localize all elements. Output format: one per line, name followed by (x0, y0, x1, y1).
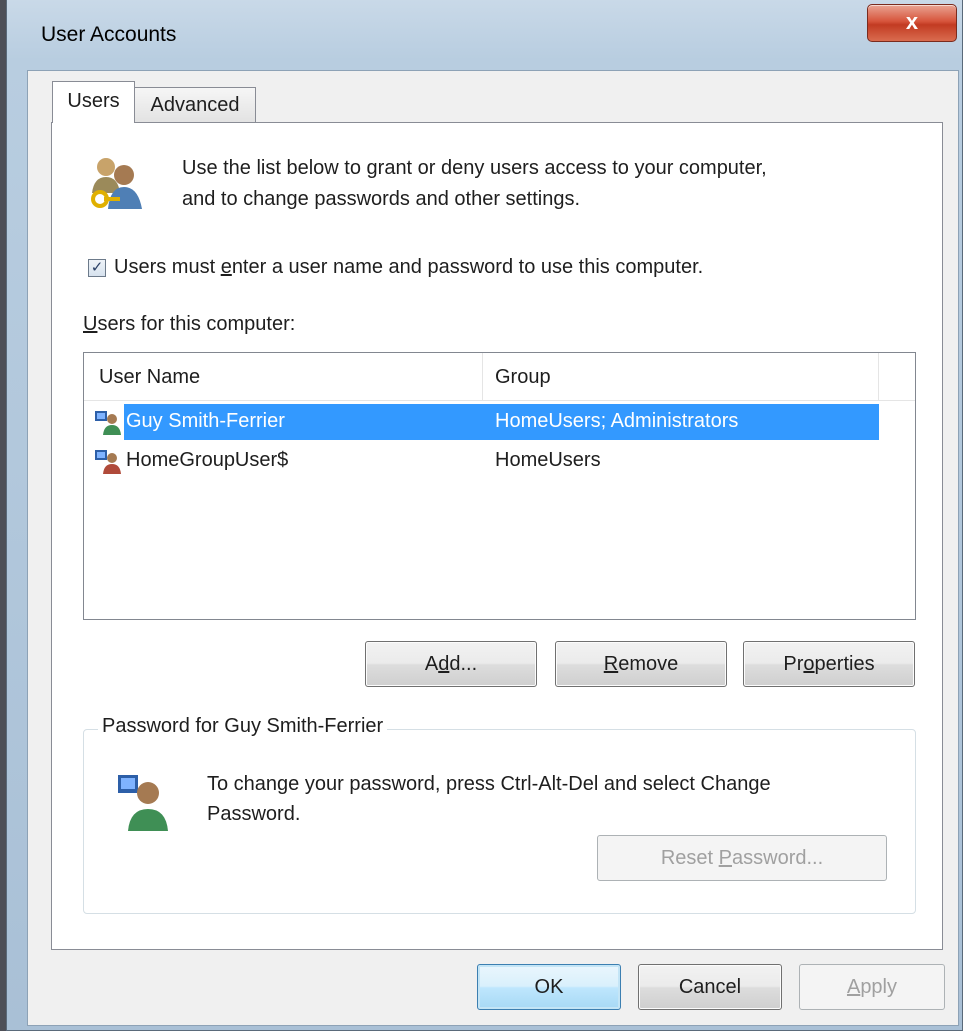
require-login-checkbox[interactable]: ✓ (88, 259, 106, 277)
apply-button-accel: A (846, 976, 861, 998)
close-icon: x (905, 9, 919, 34)
intro-line-2: and to change passwords and other settin… (182, 188, 581, 210)
tab-advanced-label: Advanced (150, 94, 240, 116)
intro-line-1: Use the list below to grant or deny user… (182, 157, 767, 179)
tab-advanced[interactable]: Advanced (135, 87, 256, 123)
require-login-label-pre: Users must (114, 256, 221, 278)
column-header-group[interactable]: Group (495, 366, 551, 389)
user-account-icon (95, 450, 121, 474)
require-login-label-accel: e (220, 256, 232, 278)
user-group-cell: HomeUsers; Administrators (495, 410, 739, 432)
apply-button[interactable]: Apply (799, 964, 945, 1010)
cancel-button[interactable]: Cancel (638, 964, 782, 1010)
dialog-client-area: Users Advanced Use the list below to gra… (27, 70, 959, 1026)
window-frame: User Accounts x Users Advanced Use the l… (6, 0, 963, 1031)
ok-button[interactable]: OK (477, 964, 621, 1010)
column-header-user-name[interactable]: User Name (99, 366, 200, 389)
user-name-cell: Guy Smith-Ferrier (126, 410, 285, 432)
users-tab-panel: Use the list below to grant or deny user… (51, 122, 943, 950)
users-list-label-accel: U (83, 313, 98, 335)
remove-user-button-accel: R (603, 653, 619, 675)
add-user-button[interactable]: Add... (365, 641, 537, 687)
close-button[interactable]: x (867, 4, 957, 42)
require-login-label[interactable]: Users must enter a user name and passwor… (114, 256, 703, 279)
properties-button-accel: o (803, 653, 815, 675)
properties-button[interactable]: Properties (743, 641, 915, 687)
tab-users[interactable]: Users (52, 81, 135, 123)
password-group-title: Password for Guy Smith-Ferrier (98, 715, 388, 738)
remove-user-button-post: emove (618, 653, 679, 675)
user-accounts-icon (91, 158, 142, 209)
users-list[interactable]: User Name Group Guy Smith-Ferrier HomeUs… (83, 352, 916, 620)
reset-password-button-post: assword... (732, 847, 824, 869)
password-instructions: To change your password, press Ctrl-Alt-… (207, 769, 887, 829)
user-name-cell: HomeGroupUser$ (126, 449, 289, 471)
user-row-homegroupuser[interactable]: HomeGroupUser$ HomeUsers (94, 443, 879, 479)
reset-password-button-accel: P (718, 847, 732, 869)
column-divider[interactable] (878, 353, 879, 401)
user-account-icon (95, 411, 121, 435)
user-row-guy-smith-ferrier[interactable]: Guy Smith-Ferrier HomeUsers; Administrat… (94, 404, 879, 440)
users-list-label-rest: sers for this computer: (97, 313, 296, 335)
tab-users-label: Users (67, 90, 120, 112)
reset-password-button-pre: Reset (660, 847, 719, 869)
password-instructions-line-2: Password. (207, 803, 301, 825)
users-list-label: Users for this computer: (83, 313, 295, 336)
column-divider[interactable] (482, 353, 483, 401)
apply-button-rest: pply (860, 976, 898, 998)
window-title: User Accounts (41, 23, 177, 46)
remove-user-button[interactable]: Remove (555, 641, 727, 687)
properties-button-post: perties (814, 653, 875, 675)
add-user-button-post: d... (449, 653, 478, 675)
user-password-icon (118, 775, 168, 831)
reset-password-button[interactable]: Reset Password... (597, 835, 887, 881)
password-instructions-line-1: To change your password, press Ctrl-Alt-… (207, 773, 771, 795)
add-user-button-pre: A (424, 653, 439, 675)
intro-text: Use the list below to grant or deny user… (182, 153, 902, 215)
require-login-label-post: nter a user name and password to use thi… (231, 256, 704, 278)
add-user-button-accel: d (438, 653, 450, 675)
user-group-cell: HomeUsers (495, 449, 601, 471)
properties-button-pre: Pr (783, 653, 804, 675)
users-list-header: User Name Group (84, 353, 915, 401)
